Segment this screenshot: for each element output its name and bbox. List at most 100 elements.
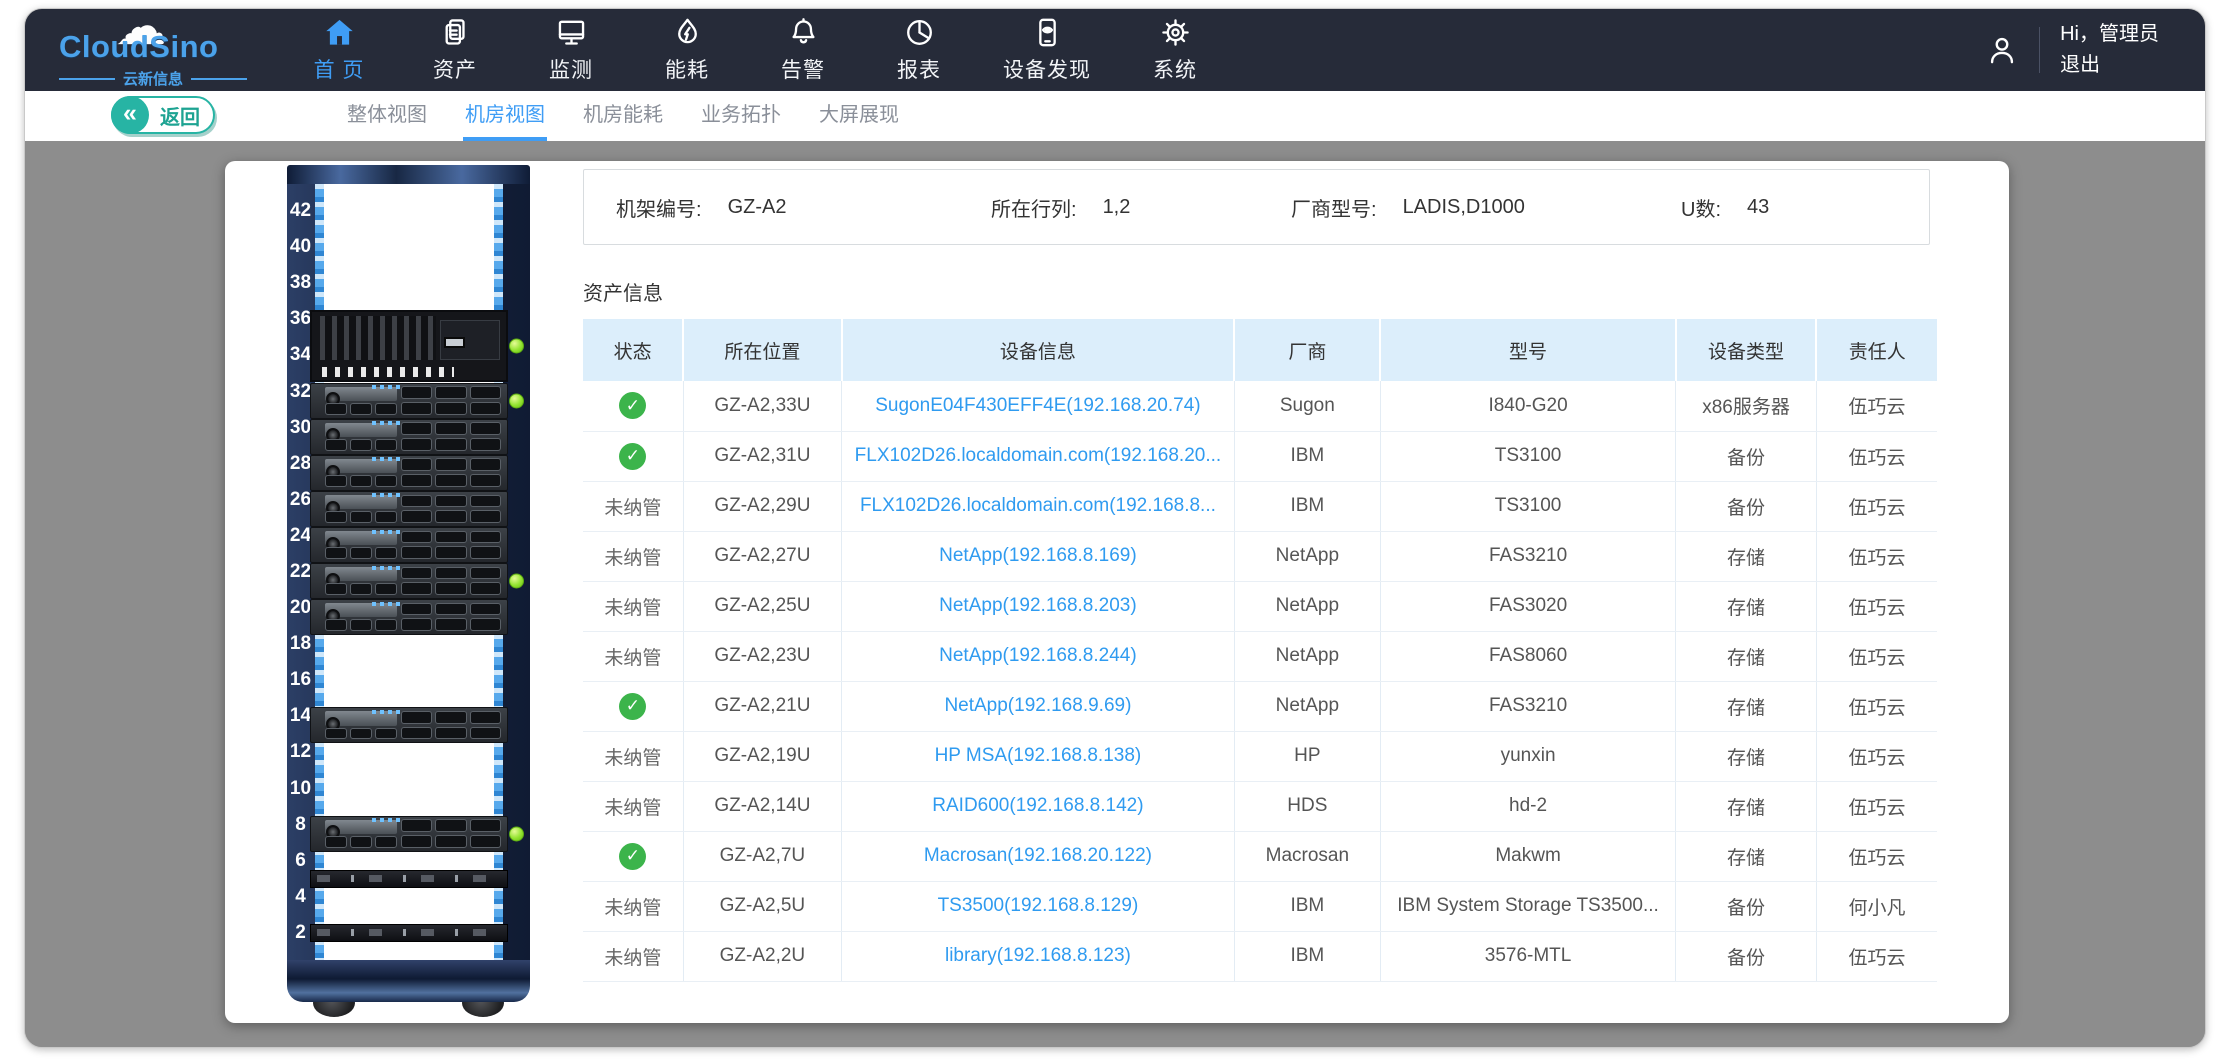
tab-big-screen[interactable]: 大屏展现 <box>817 91 901 141</box>
rack-info-field: 厂商型号: LADIS,D1000 <box>1291 170 1525 244</box>
rack-device-25u[interactable] <box>310 491 508 527</box>
device-link[interactable]: FLX102D26.localdomain.com(192.168.8... <box>860 495 1216 516</box>
device-link[interactable]: NetApp(192.168.8.169) <box>939 545 1137 566</box>
rack-device-7u[interactable] <box>310 816 508 852</box>
rack-device-27u[interactable] <box>310 455 508 491</box>
tab-business-topology[interactable]: 业务拓扑 <box>699 91 783 141</box>
assets-icon <box>439 16 472 49</box>
device-graphic <box>317 875 501 882</box>
rack-device-21u[interactable] <box>310 563 508 599</box>
device-graphic <box>470 546 501 559</box>
device-graphic <box>435 458 466 471</box>
device-link[interactable]: FLX102D26.localdomain.com(192.168.20... <box>855 445 1222 466</box>
device-link[interactable]: NetApp(192.168.8.203) <box>939 595 1137 616</box>
back-button[interactable]: « 返回 <box>111 96 215 134</box>
nav-item-system[interactable]: 系统 <box>1117 9 1233 91</box>
device-graphic <box>350 475 372 487</box>
nav-label: 告警 <box>781 54 825 84</box>
user-area: Hi，管理员 退出 <box>1985 9 2159 91</box>
nav-item-alarms[interactable]: 告警 <box>745 9 861 91</box>
device-graphic <box>325 547 398 559</box>
asset-table: 状态 所在位置 设备信息 厂商 型号 设备类型 责任人 ✓GZ-A2,33USu… <box>583 319 1937 982</box>
table-row: 未纳管GZ-A2,29UFLX102D26.localdomain.com(19… <box>583 481 1937 531</box>
device-graphic <box>435 835 466 848</box>
location-cell: GZ-A2,23U <box>683 631 841 681</box>
device-graphic <box>401 582 432 595</box>
rack-device-23u[interactable] <box>310 527 508 563</box>
device-link[interactable]: RAID600(192.168.8.142) <box>932 795 1143 816</box>
status-text: 未纳管 <box>604 498 661 519</box>
tab-overall-view[interactable]: 整体视图 <box>345 91 429 141</box>
rack-u-label: 6 <box>287 850 314 872</box>
logo[interactable]: ☁ CloudSino 云新信息 <box>59 13 259 89</box>
rack-device-13u[interactable] <box>310 707 508 743</box>
device-link[interactable]: library(192.168.8.123) <box>945 945 1131 966</box>
user-avatar-icon[interactable] <box>1985 33 2019 67</box>
device-graphic <box>325 619 398 631</box>
owner-cell: 伍巧云 <box>1816 731 1937 781</box>
device-cell: TS3500(192.168.8.129) <box>842 881 1235 931</box>
device-graphic <box>350 547 372 559</box>
status-ok-icon: ✓ <box>619 693 646 720</box>
col-vendor: 厂商 <box>1234 319 1380 381</box>
rack-device-5u[interactable] <box>310 870 508 888</box>
nav-item-reports[interactable]: 报表 <box>861 9 977 91</box>
rack-top-frame <box>287 165 530 184</box>
device-graphic <box>350 439 372 451</box>
app-window: ☁ CloudSino 云新信息 首 页 资产 <box>24 8 2206 1048</box>
device-cell: NetApp(192.168.8.203) <box>842 581 1235 631</box>
nav-item-home[interactable]: 首 页 <box>281 9 397 91</box>
device-cell: FLX102D26.localdomain.com(192.168.8... <box>842 481 1235 531</box>
report-pie-icon <box>903 16 936 49</box>
nav-item-device-discovery[interactable]: 设备发现 <box>977 9 1117 91</box>
nav-label: 监测 <box>549 54 593 84</box>
table-header-row: 状态 所在位置 设备信息 厂商 型号 设备类型 责任人 <box>583 319 1937 381</box>
nav-item-monitoring[interactable]: 监测 <box>513 9 629 91</box>
status-cell: 未纳管 <box>583 881 683 931</box>
rack-info-field: U数: 43 <box>1681 170 1769 244</box>
status-text: 未纳管 <box>604 648 661 669</box>
device-graphic <box>435 603 466 616</box>
device-graphic <box>470 711 501 724</box>
rack-device-31u[interactable] <box>310 383 508 419</box>
sub-navbar: « 返回 整体视图 机房视图 机房能耗 业务拓扑 大屏展现 <box>25 91 2205 141</box>
field-label: 厂商型号: <box>1291 193 1377 222</box>
vendor-cell: IBM <box>1234 881 1380 931</box>
device-link[interactable]: SugonE04F430EFF4E(192.168.20.74) <box>875 395 1200 416</box>
device-graphic <box>401 495 432 508</box>
owner-cell: 伍巧云 <box>1816 631 1937 681</box>
device-link[interactable]: Macrosan(192.168.20.122) <box>924 845 1152 866</box>
device-link[interactable]: HP MSA(192.168.8.138) <box>935 745 1142 766</box>
model-cell: TS3100 <box>1380 431 1675 481</box>
model-cell: I840-G20 <box>1380 381 1675 431</box>
owner-cell: 伍巧云 <box>1816 781 1937 831</box>
device-graphic <box>470 438 501 451</box>
owner-cell: 伍巧云 <box>1816 681 1937 731</box>
status-text: 未纳管 <box>604 948 661 969</box>
tab-room-energy[interactable]: 机房能耗 <box>581 91 665 141</box>
owner-cell: 伍巧云 <box>1816 931 1937 981</box>
device-link[interactable]: TS3500(192.168.8.129) <box>938 895 1139 916</box>
nav-item-assets[interactable]: 资产 <box>397 9 513 91</box>
vendor-cell: IBM <box>1234 931 1380 981</box>
rack-device-2u[interactable] <box>310 924 508 942</box>
status-cell: ✓ <box>583 431 683 481</box>
device-link[interactable]: NetApp(192.168.8.244) <box>939 645 1137 666</box>
rack-device-33u[interactable] <box>310 310 508 382</box>
col-device-info: 设备信息 <box>842 319 1235 381</box>
rack-info-bar: 机架编号: GZ-A2 所在行列: 1,2 厂商型号: LADIS,D1000 … <box>583 169 1930 245</box>
device-link[interactable]: NetApp(192.168.9.69) <box>944 695 1131 716</box>
device-graphic <box>401 386 501 414</box>
nav-item-energy[interactable]: 能耗 <box>629 9 745 91</box>
home-icon <box>323 16 356 49</box>
type-cell: 备份 <box>1676 431 1817 481</box>
tab-room-view[interactable]: 机房视图 <box>463 91 547 141</box>
rack-device-29u[interactable] <box>310 419 508 455</box>
device-graphic <box>401 422 501 450</box>
device-graphic <box>375 836 397 848</box>
vendor-cell: NetApp <box>1234 531 1380 581</box>
type-cell: 备份 <box>1676 481 1817 531</box>
table-row: 未纳管GZ-A2,2Ulibrary(192.168.8.123)IBM3576… <box>583 931 1937 981</box>
rack-device-19u[interactable] <box>310 599 508 635</box>
logout-link[interactable]: 退出 <box>2060 50 2159 81</box>
